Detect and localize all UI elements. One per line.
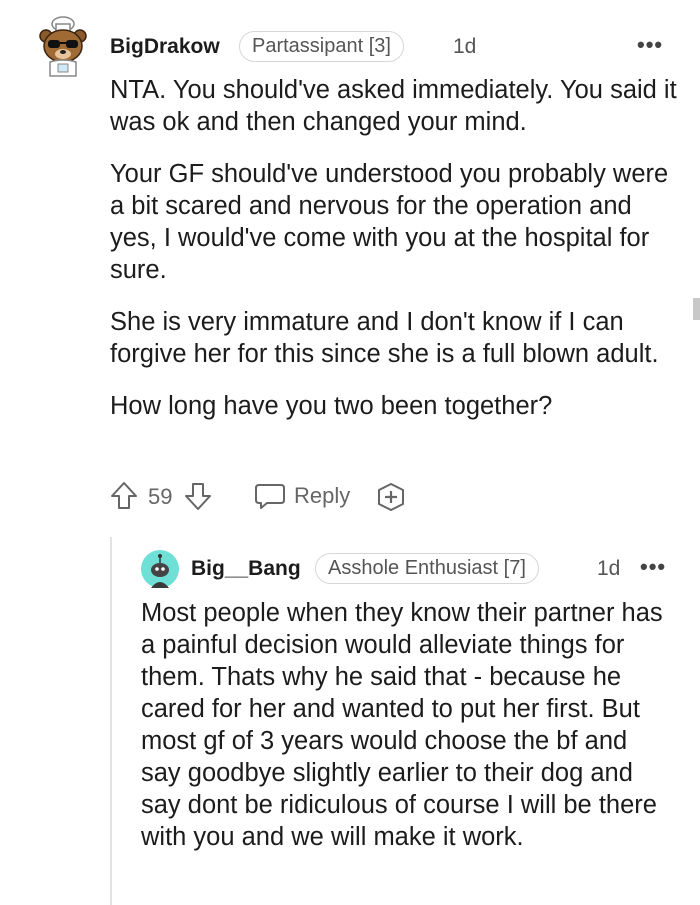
comment-body: NTA. You should've asked immediately. Yo…	[110, 74, 682, 422]
avatar-snoo-icon	[141, 550, 179, 588]
thread-line[interactable]	[110, 537, 112, 905]
comment-username[interactable]: BigDrakow	[110, 35, 220, 59]
comment-paragraph: Your GF should've understood you probabl…	[110, 160, 669, 284]
reply-more-options-button[interactable]: •••	[640, 554, 666, 580]
give-award-button[interactable]	[376, 482, 406, 512]
comment-paragraph: How long have you two been together?	[110, 392, 553, 420]
comment-avatar[interactable]	[36, 14, 90, 78]
upvote-icon	[111, 482, 137, 509]
upvote-button[interactable]	[110, 481, 138, 511]
comment-paragraph: NTA. You should've asked immediately. Yo…	[110, 76, 677, 136]
downvote-button[interactable]	[184, 481, 212, 511]
reply-avatar[interactable]	[141, 550, 179, 588]
downvote-icon	[185, 483, 211, 510]
avatar-bear-icon	[39, 16, 87, 77]
comment-bubble-icon	[255, 484, 285, 509]
vote-count: 59	[148, 484, 173, 509]
award-plus-icon	[378, 483, 404, 511]
comment-more-options-button[interactable]: •••	[637, 32, 663, 58]
scrollbar-thumb[interactable]	[693, 298, 700, 320]
comment-user-flair: Partassipant [3]	[239, 31, 404, 62]
reply-user-flair: Asshole Enthusiast [7]	[315, 553, 539, 584]
reply-body: Most people when they know their partner…	[141, 599, 663, 851]
comment-paragraph: She is very immature and I don't know if…	[110, 308, 659, 368]
reply-username[interactable]: Big__Bang	[191, 557, 301, 581]
reply-label: Reply	[294, 483, 351, 508]
reply-button[interactable]: Reply	[254, 482, 350, 510]
reply-timestamp: 1d	[597, 557, 621, 580]
comment-timestamp: 1d	[453, 35, 477, 58]
